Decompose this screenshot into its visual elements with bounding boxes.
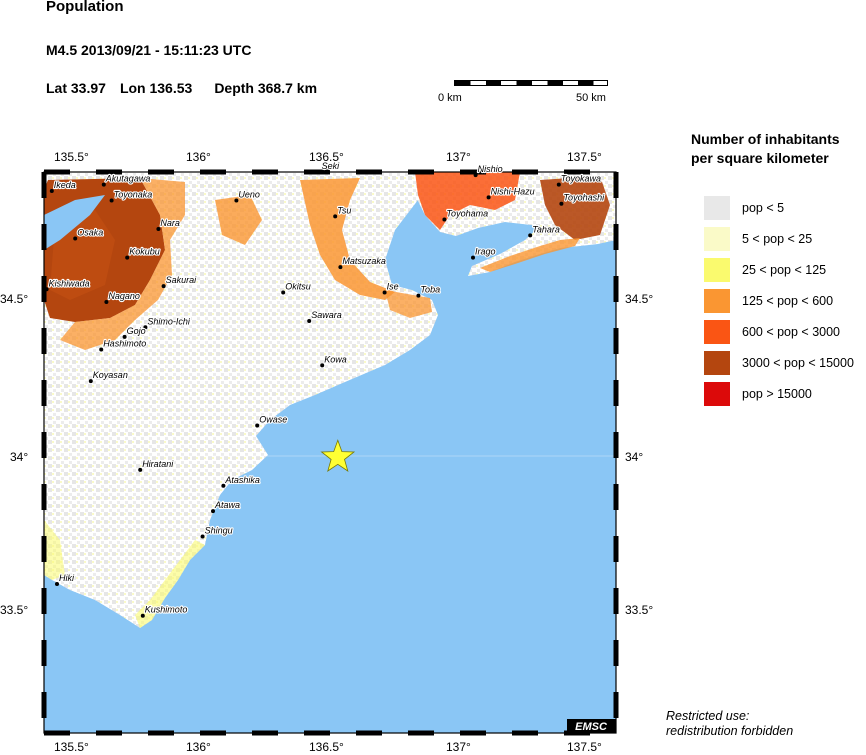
city-label: Tsu xyxy=(337,205,351,215)
city-label: Shimo-Ichi xyxy=(147,316,191,326)
legend-label: 125 < pop < 600 xyxy=(742,294,834,308)
city-label: Ueno xyxy=(238,190,260,200)
legend-item: pop > 15000 xyxy=(704,382,812,406)
city-label: Shingu xyxy=(205,525,233,535)
legend-swatch xyxy=(704,351,730,375)
city-label: Toyohama xyxy=(446,209,488,219)
city-label: Seki xyxy=(322,161,341,171)
legend-item: 5 < pop < 25 xyxy=(704,227,812,251)
legend-item: pop < 5 xyxy=(704,196,784,220)
city-label: Tahara xyxy=(532,224,560,234)
city-label: Matsuzaka xyxy=(342,256,386,266)
city-label: Owase xyxy=(259,415,287,425)
city-label: Toyohashi xyxy=(563,193,605,203)
city-label: Irago xyxy=(475,247,496,257)
city-label: Nishi-Hazu xyxy=(491,186,535,196)
legend-item: 600 < pop < 3000 xyxy=(704,320,840,344)
city-label: Nishio xyxy=(478,164,503,174)
city-label: Kishiwada xyxy=(49,278,90,288)
city-label: Osaka xyxy=(77,228,103,238)
city-label: Hiki xyxy=(59,573,75,583)
city-label: Nagano xyxy=(108,291,140,301)
legend-item: 3000 < pop < 15000 xyxy=(704,351,854,375)
city-label: Akutagawa xyxy=(105,174,151,184)
legend-label: pop < 5 xyxy=(742,201,785,215)
legend-swatch xyxy=(704,227,730,251)
city-label: Gojo xyxy=(127,326,146,336)
legend-item: 25 < pop < 125 xyxy=(704,258,826,282)
legend-swatch xyxy=(704,382,730,406)
city-label: Kowa xyxy=(324,354,347,364)
city-label: Okitsu xyxy=(285,281,311,291)
emsc-watermark: EMSC xyxy=(575,721,608,733)
city-label: Ise xyxy=(387,281,399,291)
legend-swatch xyxy=(704,196,730,220)
legend-label: 25 < pop < 125 xyxy=(742,263,827,277)
legend-swatch xyxy=(704,289,730,313)
legend-swatch xyxy=(704,320,730,344)
legend-label: 3000 < pop < 15000 xyxy=(742,356,854,370)
city-label: Toba xyxy=(420,285,440,295)
city-label: Ikeda xyxy=(54,180,76,190)
city-label: Kokubu xyxy=(129,247,160,257)
restricted-notice: Restricted use: redistribution forbidden xyxy=(666,709,794,738)
city-label: Koyasan xyxy=(93,370,128,380)
city-label: Atashika xyxy=(224,475,260,485)
city-label: Hiratani xyxy=(142,459,174,469)
legend-title: Number of inhabitants per square kilomet… xyxy=(691,131,840,166)
city-label: Nara xyxy=(160,218,180,228)
city-label: Sakurai xyxy=(166,275,198,285)
legend-label: 5 < pop < 25 xyxy=(742,232,813,246)
legend-label: 600 < pop < 3000 xyxy=(742,325,841,339)
city-label: Hashimoto xyxy=(103,338,146,348)
city-label: Kushimoto xyxy=(145,605,188,615)
city-label: Toyonaka xyxy=(114,190,153,200)
city-label: Sawara xyxy=(311,310,342,320)
legend-item: 125 < pop < 600 xyxy=(704,289,833,313)
city-label: Atawa xyxy=(214,500,240,510)
legend-label: pop > 15000 xyxy=(742,387,812,401)
population-map: Akutagawa Ikeda Toyonaka Osaka Nara Kokubu Kis… xyxy=(41,160,619,736)
legend-swatch xyxy=(704,258,730,282)
city-label: Toyokawa xyxy=(561,174,601,184)
